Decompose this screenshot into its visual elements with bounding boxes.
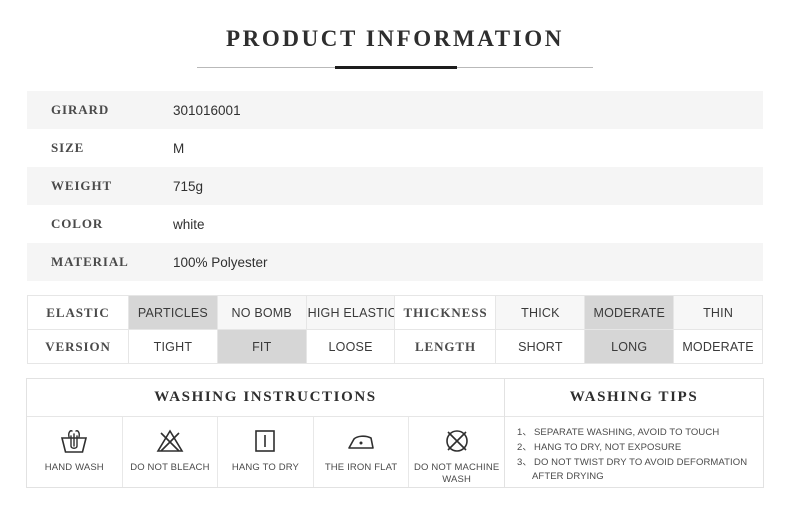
washing-tips-panel: WASHING TIPS 1、 SEPARATE WASHING, AVOID T… (505, 379, 763, 487)
attribute-option-no-bomb[interactable]: NO BOMB (216, 295, 307, 331)
washing-item-do-not-machine-wash: DO NOT MACHINE WASH (409, 417, 504, 487)
spec-value-size: M (173, 140, 185, 156)
spec-label-weight: WEIGHT (51, 178, 113, 194)
spec-label-material: MATERIAL (51, 254, 129, 270)
attribute-label-elastic: ELASTIC (27, 295, 129, 331)
spec-label-size: SIZE (51, 140, 85, 156)
table-row: GIRARD 301016001 (27, 91, 763, 130)
tip-text: HANG TO DRY, NOT EXPOSURE (533, 442, 682, 454)
table-row: SIZE M (27, 129, 763, 168)
washing-tips-list: 1、 SEPARATE WASHING, AVOID TO TOUCH 2、 HAN… (505, 417, 763, 487)
spec-label-color: COLOR (51, 216, 104, 232)
attribute-option-moderate-length[interactable]: MODERATE (673, 329, 763, 365)
washing-item-hang-to-dry: HANG TO DRY (218, 417, 314, 488)
attribute-option-short[interactable]: SHORT (495, 329, 586, 365)
product-spec-table: GIRARD 301016001 SIZE M WEIGHT 715g COLO… (27, 91, 763, 282)
tip-number: 1、 (517, 427, 532, 439)
tip-number: 2、 (517, 442, 532, 454)
attribute-label-length: LENGTH (394, 329, 497, 365)
spec-value-girard: 301016001 (173, 102, 241, 118)
washing-section: WASHING INSTRUCTIONS HAND WASH DO NOT BL… (26, 378, 764, 489)
list-item: 1、 SEPARATE WASHING, AVOID TO TOUCH (517, 426, 763, 441)
attribute-option-particles[interactable]: PARTICLES (128, 295, 218, 331)
iron-flat-icon (345, 425, 377, 457)
washing-item-label: THE IRON FLAT (324, 462, 398, 474)
washing-item-label: DO NOT MACHINE WASH (414, 462, 500, 486)
washing-tips-heading: WASHING TIPS (505, 379, 763, 418)
attribute-option-high-elastic[interactable]: HIGH ELASTIC (305, 295, 396, 331)
attribute-option-tight[interactable]: TIGHT (128, 329, 218, 365)
hang-to-dry-icon (250, 425, 280, 457)
do-not-bleach-icon (155, 425, 185, 457)
hand-wash-icon (59, 425, 89, 457)
attribute-label-thickness: THICKNESS (394, 295, 497, 331)
title-divider-accent (335, 66, 457, 70)
table-row: MATERIAL 100% Polyester (27, 243, 763, 282)
washing-item-label: HAND WASH (44, 462, 104, 474)
attribute-option-long[interactable]: LONG (584, 329, 675, 365)
washing-item-label: HANG TO DRY (231, 462, 300, 474)
attribute-label-version: VERSION (27, 329, 129, 365)
attribute-option-thin[interactable]: THIN (673, 295, 763, 331)
spec-label-girard: GIRARD (51, 102, 110, 118)
title-divider (197, 66, 593, 70)
do-not-machine-wash-icon (442, 425, 472, 457)
tip-number: 3、 (517, 456, 532, 468)
attribute-row-elastic-thickness: ELASTIC PARTICLES NO BOMB HIGH ELASTIC T… (27, 295, 763, 331)
list-item: 3、 DO NOT TWIST DRY TO AVOID DEFORMATION (517, 456, 763, 471)
attribute-option-fit[interactable]: FIT (216, 329, 307, 365)
washing-item-do-not-bleach: DO NOT BLEACH (123, 417, 219, 488)
attribute-row-version-length: VERSION TIGHT FIT LOOSE LENGTH SHORT LON… (27, 329, 763, 365)
table-row: COLOR white (27, 205, 763, 244)
washing-item-label: DO NOT BLEACH (130, 462, 210, 474)
attribute-option-moderate-thickness[interactable]: MODERATE (584, 295, 675, 331)
attribute-option-thick[interactable]: THICK (495, 295, 586, 331)
tip-text: SEPARATE WASHING, AVOID TO TOUCH (533, 427, 720, 439)
washing-icon-row: HAND WASH DO NOT BLEACH HANG TO DRY THE … (27, 417, 504, 488)
spec-value-material: 100% Polyester (173, 254, 268, 270)
attribute-option-loose[interactable]: LOOSE (305, 329, 396, 365)
page-header: PRODUCT INFORMATION (0, 0, 790, 70)
washing-item-iron-flat: THE IRON FLAT (314, 417, 410, 488)
page-title: PRODUCT INFORMATION (226, 26, 564, 51)
tip-text: DO NOT TWIST DRY TO AVOID DEFORMATION (533, 456, 748, 468)
attribute-grid: ELASTIC PARTICLES NO BOMB HIGH ELASTIC T… (27, 295, 763, 365)
spec-value-weight: 715g (173, 178, 204, 194)
spec-value-color: white (173, 216, 205, 232)
tip-text-continuation: AFTER DRYING (532, 471, 604, 483)
list-item: 2、 HANG TO DRY, NOT EXPOSURE (517, 441, 763, 456)
table-row: WEIGHT 715g (27, 167, 763, 206)
washing-instructions-heading: WASHING INSTRUCTIONS (27, 379, 504, 418)
washing-instructions-panel: WASHING INSTRUCTIONS HAND WASH DO NOT BL… (27, 379, 505, 488)
washing-item-hand-wash: HAND WASH (27, 417, 123, 488)
